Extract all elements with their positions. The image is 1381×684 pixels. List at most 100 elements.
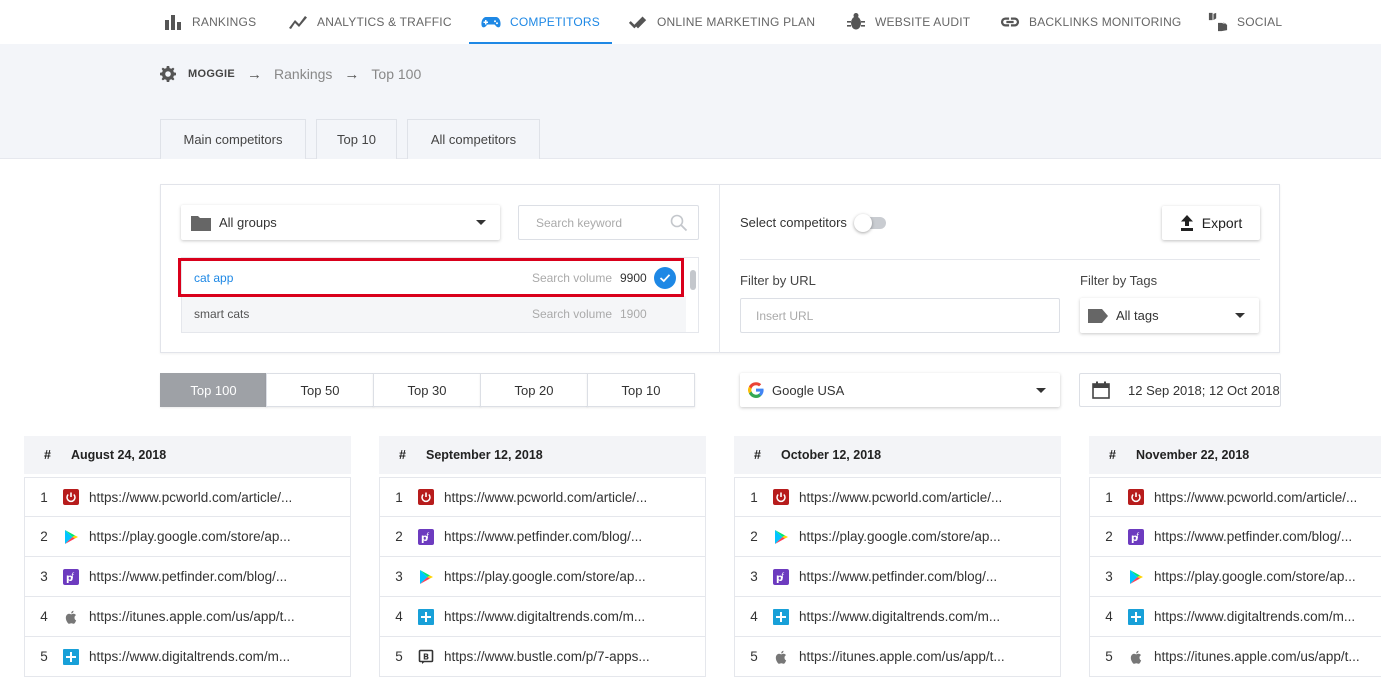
ranking-url[interactable]: https://www.digitaltrends.com/m... — [89, 649, 309, 664]
ranking-url[interactable]: https://play.google.com/store/ap... — [1154, 569, 1374, 584]
rank-number: 2 — [40, 529, 48, 544]
tab-top-100[interactable]: Top 100 — [160, 373, 267, 407]
ranking-url[interactable]: https://www.pcworld.com/article/... — [799, 490, 1019, 505]
rank-hash-label: # — [1109, 448, 1116, 462]
nav-analytics-traffic[interactable]: ANALYTICS & TRAFFIC — [288, 0, 452, 44]
ranking-row[interactable]: 5 https://www.digitaltrends.com/m... — [24, 637, 351, 677]
tab-top-10-ranking[interactable]: Top 10 — [587, 373, 695, 407]
rank-number: 2 — [395, 529, 403, 544]
url-filter-input[interactable] — [741, 299, 1059, 332]
nav-label: ONLINE MARKETING PLAN — [657, 15, 816, 29]
google-play-icon — [418, 569, 434, 585]
ranking-row[interactable]: 3 https://play.google.com/store/ap... — [379, 557, 706, 597]
ranking-row[interactable]: 4 https://itunes.apple.com/us/app/t... — [24, 597, 351, 637]
nav-backlinks-monitoring[interactable]: BACKLINKS MONITORING — [1000, 0, 1181, 44]
ranking-row[interactable]: 1 https://www.pcworld.com/article/... — [379, 477, 706, 517]
bar-chart-icon — [165, 15, 181, 30]
breadcrumb-rankings[interactable]: Rankings — [274, 66, 332, 82]
ranking-row[interactable]: 1 https://www.pcworld.com/article/... — [734, 477, 1061, 517]
ranking-url[interactable]: https://play.google.com/store/ap... — [799, 529, 1019, 544]
project-name[interactable]: MOGGIE — [188, 68, 235, 80]
tab-main-competitors[interactable]: Main competitors — [160, 119, 306, 159]
rank-number: 5 — [395, 649, 403, 664]
ranking-url[interactable]: https://play.google.com/store/ap... — [89, 529, 309, 544]
ranking-row[interactable]: 4 https://www.digitaltrends.com/m... — [379, 597, 706, 637]
ranking-row[interactable]: 5 Bhttps://www.bustle.com/p/7-apps... — [379, 637, 706, 677]
search-icon[interactable] — [670, 214, 688, 232]
ranking-url[interactable]: https://www.digitaltrends.com/m... — [1154, 609, 1374, 624]
ranking-url[interactable]: https://www.petfinder.com/blog/... — [1154, 529, 1374, 544]
tab-top-50[interactable]: Top 50 — [266, 373, 374, 407]
ranking-url[interactable]: https://www.petfinder.com/blog/... — [799, 569, 1019, 584]
ranking-url[interactable]: https://www.pcworld.com/article/... — [1154, 490, 1374, 505]
ranking-row[interactable]: 4 https://www.digitaltrends.com/m... — [1089, 597, 1381, 637]
ranking-row[interactable]: 5 https://itunes.apple.com/us/app/t... — [734, 637, 1061, 677]
tags-dropdown[interactable]: All tags — [1080, 298, 1259, 333]
nav-social[interactable]: SOCIAL — [1208, 0, 1282, 44]
bug-icon — [847, 13, 865, 30]
gamepad-icon — [481, 17, 501, 28]
export-button[interactable]: Export — [1162, 206, 1260, 240]
rank-number: 1 — [40, 489, 48, 505]
ranking-row[interactable]: 3 p f https://www.petfinder.com/blog/... — [734, 557, 1061, 597]
ranking-row[interactable]: 5 https://itunes.apple.com/us/app/t... — [1089, 637, 1381, 677]
ranking-row[interactable]: 4 https://www.digitaltrends.com/m... — [734, 597, 1061, 637]
folder-icon — [191, 215, 211, 231]
search-engine-dropdown[interactable]: Google USA — [740, 373, 1060, 407]
ranking-url[interactable]: https://www.bustle.com/p/7-apps... — [444, 649, 664, 664]
apple-icon — [1128, 649, 1144, 665]
ranking-column: # August 24, 2018 1 https://www.pcworld.com… — [24, 436, 351, 677]
ranking-url[interactable]: https://itunes.apple.com/us/app/t... — [799, 649, 1019, 664]
column-header: # October 12, 2018 — [734, 436, 1061, 474]
rank-number: 3 — [1105, 569, 1113, 584]
rank-hash-label: # — [399, 448, 406, 462]
tab-top-20[interactable]: Top 20 — [480, 373, 588, 407]
trend-line-icon — [289, 16, 307, 29]
ranking-row[interactable]: 2 p f https://www.petfinder.com/blog/... — [379, 517, 706, 557]
gear-icon[interactable] — [160, 66, 176, 82]
ranking-row[interactable]: 1 https://www.pcworld.com/article/... — [24, 477, 351, 517]
petfinder-icon: pf — [773, 568, 789, 585]
google-play-icon — [773, 529, 789, 545]
rank-number: 5 — [1105, 649, 1113, 664]
ranking-url[interactable]: https://www.pcworld.com/article/... — [89, 490, 309, 505]
ranking-row[interactable]: 3 p f https://www.petfinder.com/blog/... — [24, 557, 351, 597]
ranking-row[interactable]: 2 https://play.google.com/store/ap... — [734, 517, 1061, 557]
ranking-url[interactable]: https://www.pcworld.com/article/... — [444, 490, 664, 505]
rank-number: 4 — [1105, 609, 1113, 624]
ranking-row[interactable]: 1 https://www.pcworld.com/article/... — [1089, 477, 1381, 517]
petfinder-icon: pf — [63, 568, 79, 585]
tab-all-competitors[interactable]: All competitors — [407, 119, 540, 159]
keyword-list-scrollbar[interactable] — [690, 270, 696, 290]
keyword-row[interactable]: cat app Search volume 9900 — [182, 260, 686, 296]
pcworld-icon — [1128, 489, 1144, 505]
nav-rankings[interactable]: RANKINGS — [163, 0, 256, 44]
ranking-row[interactable]: 2 p f https://www.petfinder.com/blog/... — [1089, 517, 1381, 557]
keyword-row[interactable]: smart cats Search volume 1900 — [182, 296, 686, 332]
tab-top-10[interactable]: Top 10 — [316, 119, 397, 159]
ranking-url[interactable]: https://www.petfinder.com/blog/... — [89, 569, 309, 584]
filter-panel: All groups cat app Search volume 9900 sm… — [160, 184, 1280, 353]
check-circle-icon[interactable] — [654, 267, 676, 289]
ranking-url[interactable]: https://play.google.com/store/ap... — [444, 569, 664, 584]
digitaltrends-icon — [63, 648, 79, 665]
select-competitors-toggle[interactable] — [854, 214, 887, 232]
ranking-url[interactable]: https://www.digitaltrends.com/m... — [444, 609, 664, 624]
rank-number: 3 — [40, 569, 48, 584]
groups-dropdown[interactable]: All groups — [181, 205, 500, 240]
search-volume-value: 9900 — [620, 271, 647, 285]
nav-competitors[interactable]: COMPETITORS — [469, 0, 612, 44]
tab-top-30[interactable]: Top 30 — [373, 373, 481, 407]
nav-website-audit[interactable]: WEBSITE AUDIT — [846, 0, 970, 44]
ranking-url[interactable]: https://itunes.apple.com/us/app/t... — [89, 609, 309, 624]
ranking-url[interactable]: https://www.digitaltrends.com/m... — [799, 609, 1019, 624]
date-range-picker[interactable]: 12 Sep 2018; 12 Oct 2018 — [1079, 373, 1281, 407]
ranking-url[interactable]: https://www.petfinder.com/blog/... — [444, 529, 664, 544]
ranking-row[interactable]: 3 https://play.google.com/store/ap... — [1089, 557, 1381, 597]
bustle-icon: B — [418, 649, 434, 665]
petfinder-icon: pf — [1128, 528, 1144, 545]
ranking-row[interactable]: 2 https://play.google.com/store/ap... — [24, 517, 351, 557]
ranking-url[interactable]: https://itunes.apple.com/us/app/t... — [1154, 649, 1374, 664]
search-input[interactable] — [519, 206, 659, 239]
nav-online-marketing-plan[interactable]: ONLINE MARKETING PLAN — [628, 0, 815, 44]
